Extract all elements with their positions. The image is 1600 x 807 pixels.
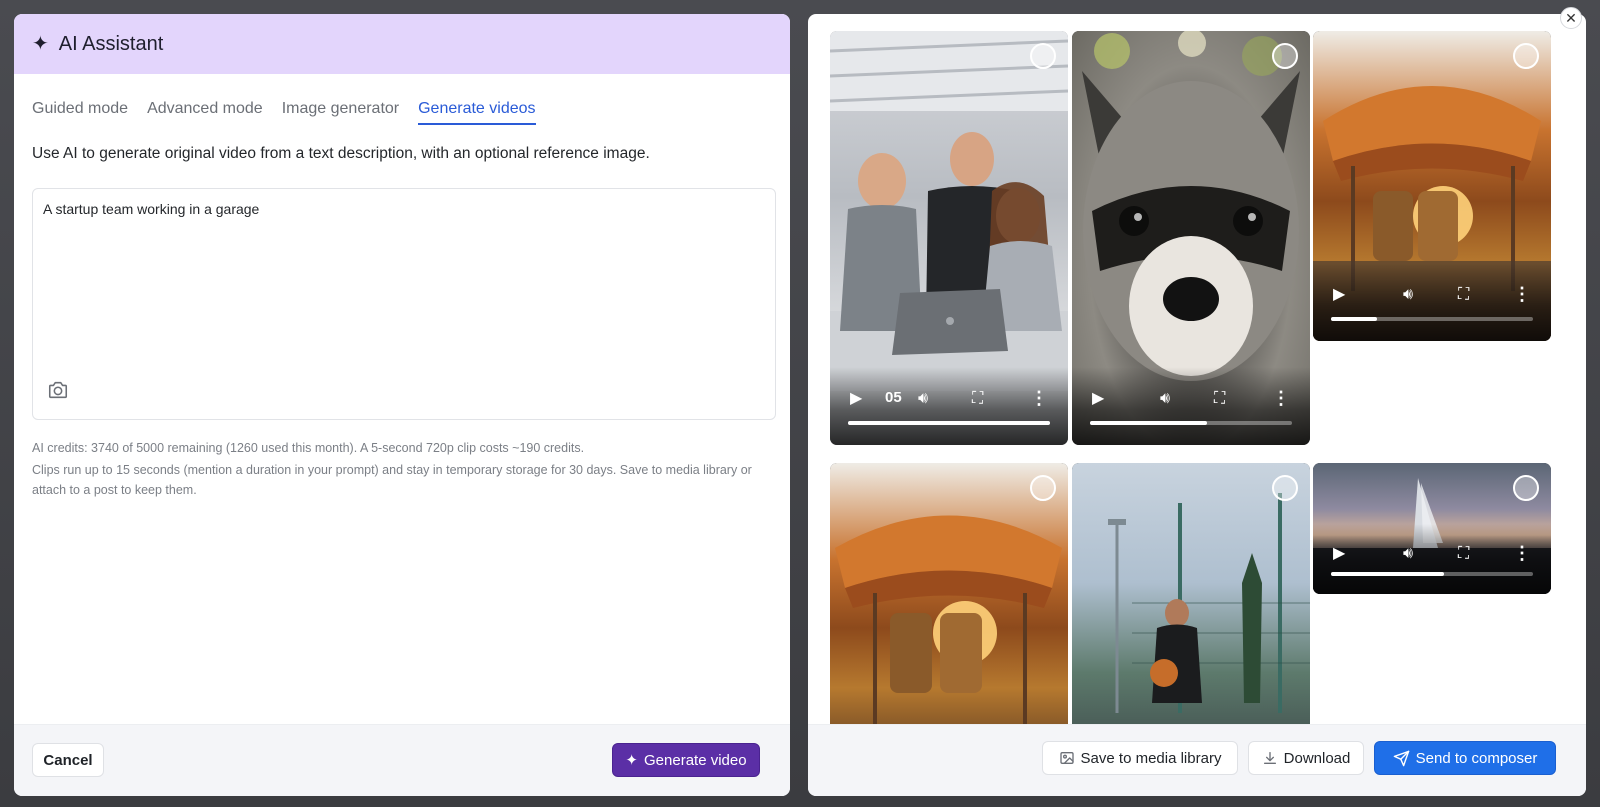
select-video-checkbox[interactable]: [1272, 475, 1298, 501]
prompt-value[interactable]: A startup team working in a garage: [43, 201, 259, 217]
close-icon[interactable]: ✕: [1560, 7, 1582, 29]
tab-advanced-mode[interactable]: Advanced mode: [147, 100, 263, 125]
video-progress-bar[interactable]: [1090, 421, 1292, 425]
download-icon: [1262, 750, 1278, 766]
video-card[interactable]: ▶ 🔊︎ ⛶ ⋮: [1072, 31, 1310, 445]
play-icon[interactable]: ▶: [1333, 546, 1345, 562]
panel-footer: Cancel ✦ Generate video: [14, 724, 790, 796]
more-options-icon[interactable]: ⋮: [1030, 389, 1048, 407]
video-controls: ▶ 05 🔊︎ ⛶ ⋮: [830, 367, 1068, 445]
video-controls: ▶ 🔊︎ ⛶ ⋮: [1072, 367, 1310, 445]
tab-image-generator[interactable]: Image generator: [282, 100, 399, 125]
select-video-checkbox[interactable]: [1513, 475, 1539, 501]
more-options-icon[interactable]: ⋮: [1513, 285, 1531, 303]
fullscreen-icon[interactable]: ⛶: [1458, 546, 1469, 562]
ai-assistant-panel: ✦ AI Assistant Guided mode Advanced mode…: [14, 14, 790, 796]
select-video-checkbox[interactable]: [1513, 43, 1539, 69]
video-thumbnail: [1072, 463, 1310, 724]
camera-icon[interactable]: [45, 377, 71, 403]
more-options-icon[interactable]: ⋮: [1272, 389, 1290, 407]
download-label: Download: [1283, 749, 1351, 767]
video-progress-bar[interactable]: [1331, 572, 1533, 576]
volume-icon[interactable]: 🔊︎: [918, 391, 928, 407]
video-card[interactable]: [1072, 463, 1310, 724]
play-icon[interactable]: ▶: [1092, 391, 1104, 407]
image-icon: [1059, 750, 1075, 766]
video-results-panel: ▶ 05 🔊︎ ⛶ ⋮ ▶ 🔊︎ ⛶ ⋮ ▶ 🔊︎ ⛶ ⋮ ▶ 🔊︎ ⛶ ⋮ S…: [808, 14, 1586, 796]
video-controls: ▶ 🔊︎ ⛶ ⋮: [1313, 263, 1551, 341]
sparkle-icon: ✦: [32, 33, 49, 55]
panel-title: AI Assistant: [58, 32, 164, 55]
video-progress-bar[interactable]: [1331, 317, 1533, 321]
prompt-textarea[interactable]: A startup team working in a garage: [32, 188, 776, 420]
save-to-media-library-button[interactable]: Save to media library: [1042, 741, 1238, 775]
save-to-media-library-label: Save to media library: [1080, 749, 1222, 767]
play-icon[interactable]: ▶: [850, 391, 862, 407]
send-to-composer-button[interactable]: Send to composer: [1374, 741, 1556, 775]
download-button[interactable]: Download: [1248, 741, 1364, 775]
sparkle-icon: ✦: [625, 752, 638, 769]
fullscreen-icon[interactable]: ⛶: [1214, 391, 1225, 407]
volume-icon[interactable]: 🔊︎: [1403, 287, 1413, 303]
select-video-checkbox[interactable]: [1030, 43, 1056, 69]
select-video-checkbox[interactable]: [1272, 43, 1298, 69]
video-progress-fill: [848, 421, 1050, 425]
video-progress-fill: [1331, 317, 1378, 321]
panel-header: ✦ AI Assistant: [14, 14, 790, 74]
results-footer: Save to media library Download Send to c…: [808, 724, 1586, 796]
send-to-composer-label: Send to composer: [1415, 749, 1538, 767]
play-icon[interactable]: ▶: [1333, 287, 1345, 303]
fullscreen-icon[interactable]: ⛶: [1458, 287, 1469, 303]
description-text: Use AI to generate original video from a…: [32, 145, 650, 162]
video-card[interactable]: ▶ 05 🔊︎ ⛶ ⋮: [830, 31, 1068, 445]
video-progress-bar[interactable]: [848, 421, 1050, 425]
volume-icon[interactable]: 🔊︎: [1160, 391, 1170, 407]
generate-video-label: Generate video: [644, 751, 747, 769]
video-card[interactable]: ▶ 🔊︎ ⛶ ⋮: [1313, 463, 1551, 594]
video-controls: ▶ 🔊︎ ⛶ ⋮: [1313, 524, 1551, 594]
send-icon: [1393, 750, 1410, 767]
fullscreen-icon[interactable]: ⛶: [972, 391, 983, 407]
more-options-icon[interactable]: ⋮: [1513, 544, 1531, 562]
credits-note: AI credits: 3740 of 5000 remaining (1260…: [32, 441, 585, 455]
video-card[interactable]: [830, 463, 1068, 724]
tab-guided-mode[interactable]: Guided mode: [32, 100, 128, 125]
cancel-button[interactable]: Cancel: [32, 743, 104, 777]
storage-note: Clips run up to 15 seconds (mention a du…: [32, 463, 752, 497]
video-gallery: ▶ 05 🔊︎ ⛶ ⋮ ▶ 🔊︎ ⛶ ⋮ ▶ 🔊︎ ⛶ ⋮ ▶ 🔊︎ ⛶ ⋮: [808, 14, 1586, 724]
video-thumbnail: [830, 463, 1068, 724]
volume-icon[interactable]: 🔊︎: [1403, 546, 1413, 562]
video-time: 05: [885, 389, 902, 406]
tab-generate-videos[interactable]: Generate videos: [418, 100, 536, 125]
generate-video-button[interactable]: ✦ Generate video: [612, 743, 760, 777]
video-progress-fill: [1090, 421, 1208, 425]
video-progress-fill: [1331, 572, 1445, 576]
mode-tabs: Guided mode Advanced mode Image generato…: [14, 74, 790, 125]
video-card[interactable]: ▶ 🔊︎ ⛶ ⋮: [1313, 31, 1551, 341]
select-video-checkbox[interactable]: [1030, 475, 1056, 501]
